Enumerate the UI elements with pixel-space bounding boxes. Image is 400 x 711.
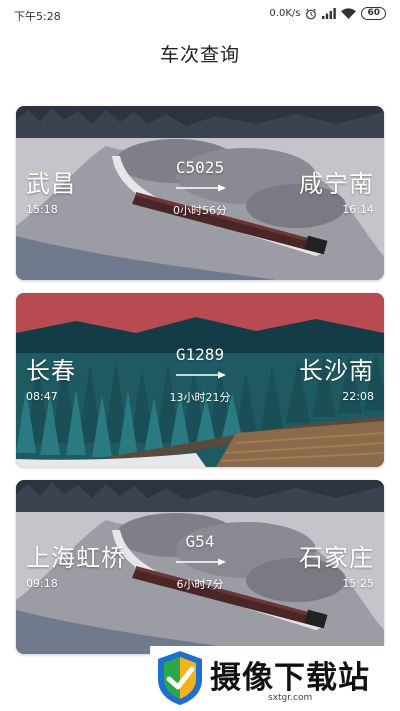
site-logo-icon <box>158 651 202 705</box>
arrival-time: 16:14 <box>342 203 374 216</box>
arrow-right-icon <box>176 371 226 379</box>
trip-card-3[interactable]: 上海虹桥 09:18 G54 6小时7分 石家庄 15:25 <box>16 480 384 654</box>
site-watermark: 摄像下载站 sxtgr.com <box>150 646 400 711</box>
trip-duration: 6小时7分 <box>176 578 224 591</box>
watermark-site-name: 摄像下载站 <box>210 660 370 696</box>
watermark-site-url: sxtgr.com <box>268 693 313 703</box>
trip-card-1[interactable]: 武昌 15:18 C5025 0小时56分 咸宁南 16:14 <box>16 106 384 280</box>
arrival-station: 石家庄 <box>299 544 374 572</box>
wifi-icon <box>341 8 357 19</box>
arrival-station: 长沙南 <box>299 357 374 385</box>
page-title: 车次查询 <box>159 44 240 66</box>
status-bar: 下午5:28 0.0K/s 60 <box>0 0 400 28</box>
arrow-right-icon <box>176 184 226 192</box>
trip-card-2[interactable]: 长春 08:47 G1289 13小时21分 长沙南 22:08 <box>16 293 384 467</box>
network-speed: 0.0K/s <box>269 8 301 19</box>
cellular-signal-icon <box>322 8 337 19</box>
battery-icon: 60 <box>361 7 386 20</box>
arrow-right-icon <box>176 558 226 566</box>
arrival-station: 咸宁南 <box>299 170 374 198</box>
trip-duration: 0小时56分 <box>173 204 227 217</box>
alarm-icon <box>306 8 317 19</box>
trip-duration: 13小时21分 <box>169 391 231 404</box>
status-icons: 0.0K/s 60 <box>269 7 386 20</box>
arrival-time: 15:25 <box>342 577 374 590</box>
status-time: 下午5:28 <box>14 10 61 23</box>
arrival-time: 22:08 <box>342 390 374 403</box>
